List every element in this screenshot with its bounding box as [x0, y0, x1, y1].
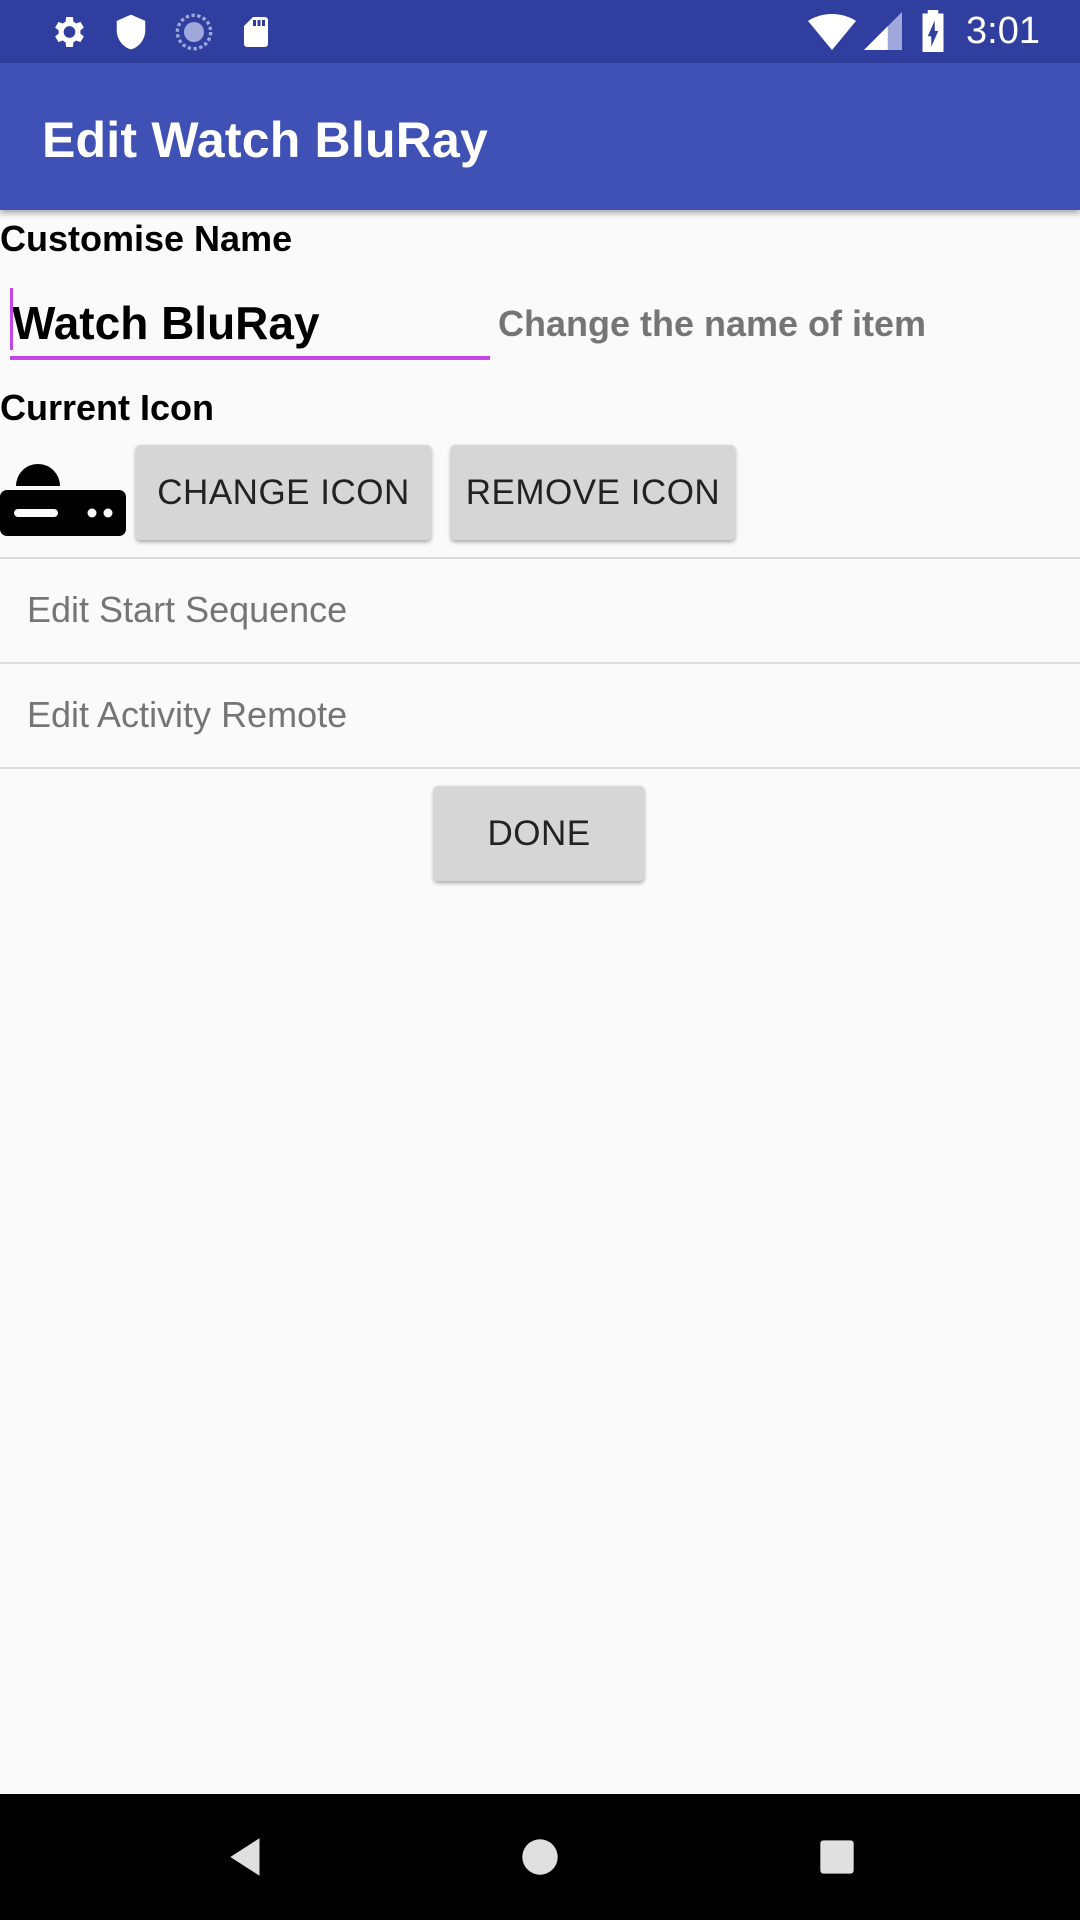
- signal-icon: [864, 12, 902, 50]
- page-title: Edit Watch BluRay: [42, 112, 489, 168]
- name-hint: Change the name of item: [498, 303, 927, 344]
- battery-charging-icon: [922, 10, 944, 52]
- remove-icon-button[interactable]: REMOVE ICON: [451, 445, 735, 540]
- navigation-bar: [0, 1794, 1080, 1920]
- shield-icon: [116, 14, 146, 50]
- back-icon[interactable]: [222, 1832, 272, 1882]
- app-bar: Edit Watch BluRay: [0, 63, 1080, 210]
- name-input[interactable]: [10, 290, 490, 360]
- wifi-icon: [808, 14, 856, 50]
- edit-activity-remote-row[interactable]: Edit Activity Remote: [0, 664, 1080, 769]
- bluray-player-icon: [0, 464, 126, 536]
- current-icon-label: Current Icon: [0, 387, 215, 428]
- home-icon[interactable]: [515, 1832, 565, 1882]
- done-button[interactable]: DONE: [434, 786, 644, 881]
- sync-icon: [175, 13, 213, 51]
- recents-icon[interactable]: [812, 1832, 862, 1882]
- sd-card-icon: [244, 17, 268, 47]
- customise-name-label: Customise Name: [0, 218, 293, 259]
- settings-icon: [55, 17, 84, 47]
- edit-start-sequence-row[interactable]: Edit Start Sequence: [0, 559, 1080, 664]
- text-cursor: [10, 288, 13, 350]
- list-item-label: Edit Activity Remote: [27, 694, 348, 735]
- status-bar: 3:01: [0, 0, 1080, 63]
- change-icon-button[interactable]: CHANGE ICON: [136, 445, 431, 540]
- status-time: 3:01: [966, 10, 1040, 52]
- list-item-label: Edit Start Sequence: [27, 589, 348, 630]
